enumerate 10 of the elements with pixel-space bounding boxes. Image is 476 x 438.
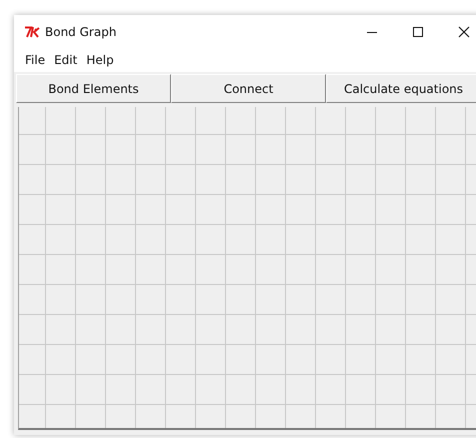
toolbar-button[interactable]: Connect bbox=[171, 74, 326, 103]
menu-item[interactable]: File bbox=[21, 53, 50, 67]
toolbar-button[interactable]: Calculate equations bbox=[326, 74, 476, 103]
maximize-icon[interactable] bbox=[412, 26, 424, 38]
toolbar-button[interactable]: Bond Elements bbox=[16, 74, 171, 103]
menu-item[interactable]: Help bbox=[82, 53, 119, 67]
close-icon[interactable] bbox=[458, 26, 470, 38]
menu-item[interactable]: Edit bbox=[50, 53, 82, 67]
app-icon bbox=[24, 26, 40, 38]
window-title: Bond Graph bbox=[45, 24, 116, 38]
